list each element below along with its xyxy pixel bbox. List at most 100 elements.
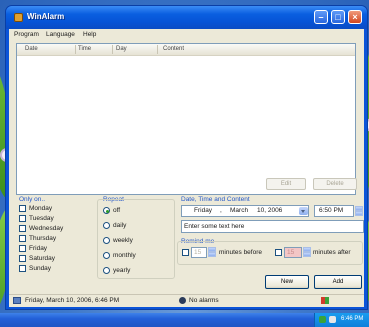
column-divider[interactable] xyxy=(75,45,76,54)
date-day-year: 10, 2006 xyxy=(257,207,283,214)
radio-button[interactable] xyxy=(103,267,110,274)
checkbox[interactable] xyxy=(19,235,26,242)
before-minutes-value: 15 xyxy=(194,249,202,256)
menu-program[interactable]: Program xyxy=(14,31,39,38)
radio-monthly[interactable]: monthly xyxy=(103,252,173,261)
radio-button[interactable] xyxy=(103,222,110,229)
column-day[interactable]: Day xyxy=(116,46,127,52)
checkbox-friday[interactable]: Friday xyxy=(19,245,89,254)
day-label: Friday xyxy=(29,245,48,252)
checkbox[interactable] xyxy=(19,245,26,252)
column-time[interactable]: Time xyxy=(78,46,91,52)
tray-clock[interactable]: 6:46 PM xyxy=(341,316,363,322)
day-label: Tuesday xyxy=(29,215,54,222)
client-area: Program Language Help Date Time Day Cont… xyxy=(9,29,364,307)
date-month: March xyxy=(230,207,249,214)
new-button[interactable]: New xyxy=(265,275,309,289)
alarm-clock-icon xyxy=(179,297,186,304)
radio-button[interactable] xyxy=(103,237,110,244)
minimize-button[interactable]: – xyxy=(314,10,328,24)
winalarm-window: WinAlarm – □ × Program Language Help Dat… xyxy=(6,6,367,309)
after-minutes-value: 15 xyxy=(287,249,295,256)
after-label: minutes after xyxy=(313,249,351,256)
repeat-label: daily xyxy=(113,222,127,229)
repeat-label: monthly xyxy=(113,252,136,259)
checkbox-tuesday[interactable]: Tuesday xyxy=(19,215,89,224)
remind-before-checkbox[interactable] xyxy=(182,249,189,256)
radio-off[interactable]: off xyxy=(103,207,173,216)
radio-button[interactable] xyxy=(103,207,110,214)
radio-button[interactable] xyxy=(103,252,110,259)
day-label: Sunday xyxy=(29,265,52,272)
radio-weekly[interactable]: weekly xyxy=(103,237,173,246)
app-icon xyxy=(14,13,23,22)
chevron-down-icon[interactable] xyxy=(299,207,308,215)
only-on-group: Monday Tuesday Wednesday Thursday Friday… xyxy=(19,205,89,277)
repeat-group: off daily weekly monthly yearly xyxy=(103,207,163,279)
date-picker[interactable]: Friday , March 10, 2006 xyxy=(181,205,309,217)
edit-button[interactable]: Edit xyxy=(266,178,306,190)
checkbox[interactable] xyxy=(19,205,26,212)
menu-bar: Program Language Help xyxy=(9,29,364,40)
radio-daily[interactable]: daily xyxy=(103,222,173,231)
spin-down-icon[interactable] xyxy=(355,211,363,216)
window-title: WinAlarm xyxy=(27,12,65,21)
spin-down-icon[interactable] xyxy=(208,252,216,257)
after-spinner[interactable] xyxy=(303,247,311,257)
checkbox[interactable] xyxy=(19,255,26,262)
day-label: Wednesday xyxy=(29,225,64,232)
time-value: 6:50 PM xyxy=(319,207,344,214)
checkbox[interactable] xyxy=(19,225,26,232)
checkbox-sunday[interactable]: Sunday xyxy=(19,265,89,274)
checkbox[interactable] xyxy=(19,215,26,222)
column-divider[interactable] xyxy=(112,45,113,54)
before-spinner[interactable] xyxy=(208,247,216,257)
close-button[interactable]: × xyxy=(348,10,362,24)
tray-app-icon[interactable] xyxy=(319,316,326,323)
checkbox-saturday[interactable]: Saturday xyxy=(19,255,89,264)
checkbox-wednesday[interactable]: Wednesday xyxy=(19,225,89,234)
maximize-button[interactable]: □ xyxy=(331,10,345,24)
list-header: Date Time Day Content xyxy=(17,44,355,56)
day-label: Thursday xyxy=(29,235,57,242)
column-content[interactable]: Content xyxy=(163,46,184,52)
repeat-label: yearly xyxy=(113,267,131,274)
time-picker[interactable]: 6:50 PM xyxy=(314,205,354,217)
status-alarms: No alarms xyxy=(189,297,219,304)
day-label: Saturday xyxy=(29,255,56,262)
status-indicator-icon xyxy=(321,297,329,304)
alarm-list[interactable]: Date Time Day Content xyxy=(16,43,356,195)
repeat-label: off xyxy=(113,207,121,214)
radio-yearly[interactable]: yearly xyxy=(103,267,173,276)
spin-down-icon[interactable] xyxy=(303,252,311,257)
before-label: minutes before xyxy=(219,249,262,256)
calendar-icon xyxy=(13,297,21,304)
column-divider[interactable] xyxy=(157,45,158,54)
add-button[interactable]: Add xyxy=(314,275,362,289)
content-input[interactable]: Enter some text here xyxy=(181,220,364,233)
taskbar: 6:46 PM xyxy=(0,313,369,327)
status-bar: Friday, March 10, 2006, 6:46 PM No alarm… xyxy=(9,294,364,307)
title-bar[interactable]: WinAlarm – □ × xyxy=(6,6,367,29)
system-tray: 6:46 PM xyxy=(314,313,369,327)
after-minutes-field[interactable]: 15 xyxy=(284,247,302,258)
day-label: Monday xyxy=(29,205,53,212)
only-on-title: Only on.. xyxy=(19,196,46,203)
delete-button[interactable]: Delete xyxy=(313,178,357,190)
date-day: Friday xyxy=(194,207,213,214)
checkbox[interactable] xyxy=(19,265,26,272)
content-value: Enter some text here xyxy=(184,223,245,230)
menu-help[interactable]: Help xyxy=(83,31,96,38)
datetime-title: Date, Time and Content xyxy=(181,196,250,203)
time-spinner[interactable] xyxy=(355,206,363,216)
status-datetime: Friday, March 10, 2006, 6:46 PM xyxy=(25,297,120,304)
repeat-label: weekly xyxy=(113,237,133,244)
checkbox-monday[interactable]: Monday xyxy=(19,205,89,214)
before-minutes-field[interactable]: 15 xyxy=(191,247,207,258)
date-separator: , xyxy=(220,207,222,214)
menu-language[interactable]: Language xyxy=(46,31,75,38)
tray-volume-icon[interactable] xyxy=(329,316,336,323)
column-date[interactable]: Date xyxy=(25,46,38,52)
remind-after-checkbox[interactable] xyxy=(275,249,282,256)
checkbox-thursday[interactable]: Thursday xyxy=(19,235,89,244)
